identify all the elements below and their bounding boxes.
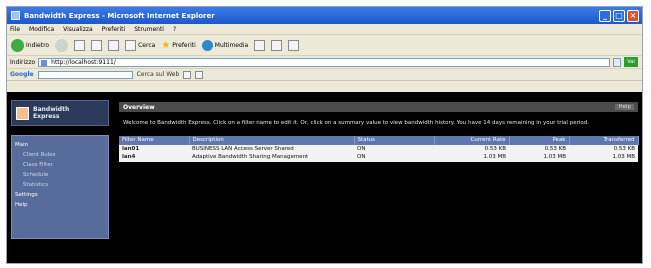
google-logo: Google bbox=[10, 71, 34, 78]
filter-description: Adaptive Bandwidth Sharing Management bbox=[189, 153, 354, 162]
sidebar: Bandwidth Express Main Client Rules Clas… bbox=[11, 100, 109, 239]
address-dropdown-icon[interactable] bbox=[613, 57, 621, 67]
filter-status: ON bbox=[354, 144, 434, 153]
multimedia-label: Multimedia bbox=[214, 41, 249, 49]
stop-icon[interactable] bbox=[74, 39, 86, 51]
address-value: http://localhost:9111/ bbox=[51, 58, 116, 66]
print-icon[interactable] bbox=[288, 39, 300, 51]
sidebar-item-class-filter[interactable]: Class Filter bbox=[15, 160, 105, 170]
filter-name-link[interactable]: lan01 bbox=[119, 144, 189, 153]
sidebar-item-statistics[interactable]: Statistics bbox=[15, 180, 105, 190]
menu-edit[interactable]: Modifica bbox=[29, 26, 54, 33]
favorites-button[interactable]: ★ Preferiti bbox=[161, 40, 195, 51]
filter-name-link[interactable]: lan4 bbox=[119, 153, 189, 162]
search-button[interactable]: Cerca bbox=[125, 39, 156, 51]
table-row: lan01 BUSINESS LAN Access Server Shared … bbox=[119, 144, 638, 153]
filter-status: ON bbox=[354, 153, 434, 162]
table-row: lan4 Adaptive Bandwidth Sharing Manageme… bbox=[119, 153, 638, 162]
minimize-icon[interactable]: _ bbox=[599, 9, 611, 22]
back-button[interactable]: Indietro bbox=[11, 38, 50, 52]
mail-icon[interactable] bbox=[271, 39, 283, 51]
peak-value[interactable]: 1.03 MB bbox=[509, 153, 569, 162]
transferred-value[interactable]: 0.53 KB bbox=[569, 144, 638, 153]
filter-table: Filter Name Description Status Current R… bbox=[119, 135, 639, 162]
menu-tools[interactable]: Strumenti bbox=[134, 26, 164, 33]
logo-line1: Bandwidth bbox=[33, 106, 70, 113]
sidebar-item-main[interactable]: Main bbox=[15, 140, 105, 150]
title-bar: Bandwidth Express - Microsoft Internet E… bbox=[7, 7, 642, 24]
star-icon: ★ bbox=[161, 39, 171, 51]
menu-file[interactable]: File bbox=[10, 26, 20, 33]
refresh-icon[interactable] bbox=[91, 39, 103, 51]
main-panel: Overview Help Welcome to Bandwidth Expre… bbox=[119, 102, 639, 162]
column-header[interactable]: Peak bbox=[509, 135, 570, 145]
transferred-value[interactable]: 1.03 MB bbox=[569, 153, 638, 162]
logo-line2: Express bbox=[33, 113, 60, 120]
sidebar-nav: Main Client Rules Class Filter Schedule … bbox=[11, 135, 109, 239]
back-label: Indietro bbox=[26, 41, 50, 49]
panel-header: Overview Help bbox=[119, 102, 638, 112]
page-icon bbox=[41, 59, 48, 66]
column-header[interactable]: Filter Name bbox=[119, 135, 190, 145]
google-option-icon[interactable] bbox=[183, 70, 192, 79]
search-icon bbox=[125, 39, 137, 51]
multimedia-icon bbox=[201, 39, 213, 51]
current-rate-value[interactable]: 1.03 MB bbox=[434, 153, 509, 162]
history-icon[interactable] bbox=[254, 39, 266, 51]
menu-view[interactable]: Visualizza bbox=[63, 26, 93, 33]
browser-window: Bandwidth Express - Microsoft Internet E… bbox=[6, 6, 643, 264]
peak-value[interactable]: 0.53 KB bbox=[509, 144, 569, 153]
menu-bar: File Modifica Visualizza Preferiti Strum… bbox=[7, 24, 642, 35]
close-icon[interactable]: × bbox=[627, 9, 639, 22]
address-input[interactable]: http://localhost:9111/ bbox=[38, 57, 610, 67]
table-header-row: Filter Name Description Status Current R… bbox=[119, 135, 639, 145]
ie-icon bbox=[11, 11, 20, 20]
window-title: Bandwidth Express - Microsoft Internet E… bbox=[24, 11, 215, 20]
sidebar-item-settings[interactable]: Settings bbox=[15, 190, 105, 200]
help-button[interactable]: Help bbox=[615, 104, 634, 110]
menu-help[interactable]: ? bbox=[173, 26, 176, 33]
column-header[interactable]: Status bbox=[354, 135, 435, 145]
home-icon[interactable] bbox=[108, 39, 120, 51]
page-title: Overview bbox=[123, 103, 155, 111]
column-header[interactable]: Current Rate bbox=[434, 135, 510, 145]
filter-description: BUSINESS LAN Access Server Shared bbox=[189, 144, 354, 153]
google-pagerank-icon[interactable] bbox=[195, 70, 204, 79]
address-bar: Indirizzo http://localhost:9111/ Vai bbox=[7, 56, 642, 69]
forward-arrow-icon[interactable] bbox=[55, 38, 69, 52]
google-toolbar: Google Cerca sul Web bbox=[7, 69, 642, 81]
column-header[interactable]: Description bbox=[189, 135, 355, 145]
google-search-button[interactable]: Cerca sul Web bbox=[137, 71, 180, 78]
sidebar-item-schedule[interactable]: Schedule bbox=[15, 170, 105, 180]
current-rate-value[interactable]: 0.53 KB bbox=[434, 144, 509, 153]
intro-text: Welcome to Bandwidth Express. Click on a… bbox=[123, 120, 589, 126]
app-logo: Bandwidth Express bbox=[11, 100, 109, 126]
back-arrow-icon bbox=[11, 38, 24, 52]
column-header[interactable]: Transferred bbox=[569, 135, 639, 145]
logo-icon bbox=[16, 106, 29, 120]
sidebar-item-client-rules[interactable]: Client Rules bbox=[15, 150, 105, 160]
multimedia-button[interactable]: Multimedia bbox=[201, 39, 249, 51]
favorites-label: Preferiti bbox=[172, 41, 196, 49]
google-search-input[interactable] bbox=[37, 70, 133, 79]
page-content: Bandwidth Express Main Client Rules Clas… bbox=[7, 92, 642, 263]
maximize-icon[interactable]: □ bbox=[613, 9, 625, 22]
sidebar-item-help[interactable]: Help bbox=[15, 200, 105, 210]
address-label: Indirizzo bbox=[10, 58, 36, 66]
search-label: Cerca bbox=[138, 41, 156, 49]
menu-favorites[interactable]: Preferiti bbox=[102, 26, 126, 33]
go-button[interactable]: Vai bbox=[624, 57, 638, 67]
toolbar: Indietro Cerca ★ Preferiti Multimedia bbox=[7, 35, 642, 56]
